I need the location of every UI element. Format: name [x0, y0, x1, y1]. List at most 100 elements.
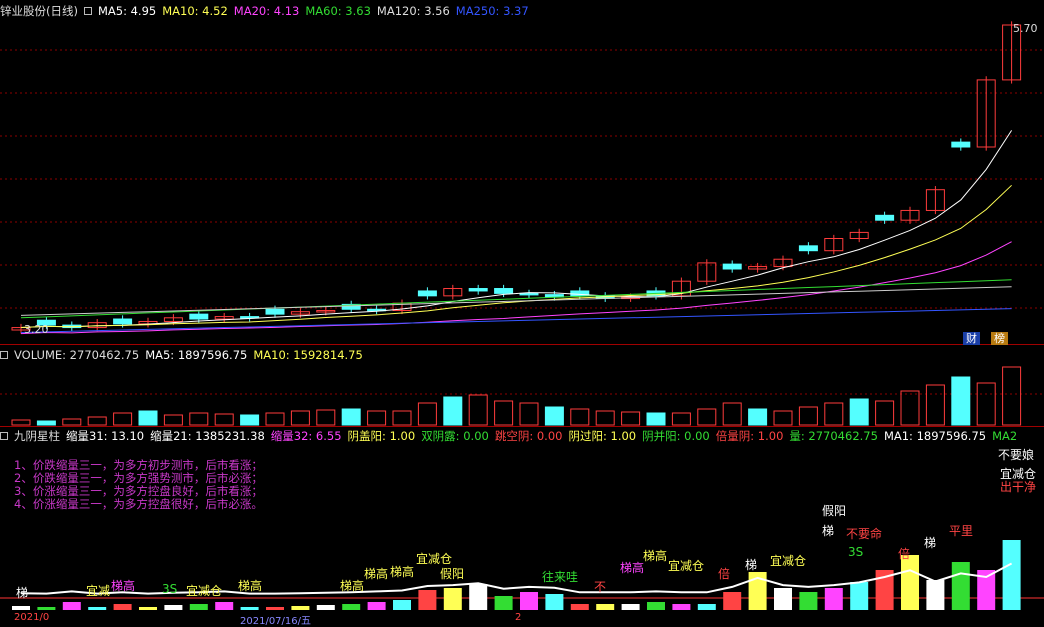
- volume-bar: [341, 408, 361, 426]
- indicator-header: 九阴星柱 缩量31: 13.10 缩量21: 1385231.38 缩量32: 6.5…: [0, 427, 1029, 445]
- volume-bar: [748, 408, 768, 426]
- volume-bar: [87, 416, 107, 426]
- ma120-line: [20, 286, 1012, 316]
- ma20-line: [20, 241, 1012, 335]
- candle-body: [189, 313, 209, 320]
- indicator-legend-item: 阴并阳: 0.00: [642, 429, 710, 443]
- volume-bar: [367, 410, 387, 426]
- volume-bar: [494, 400, 514, 426]
- signal-label: 梯高: [643, 549, 668, 563]
- signal-bar: [926, 580, 945, 610]
- signal-label: 梯高: [364, 567, 389, 581]
- signal-label: 宜减仓: [770, 554, 807, 568]
- signal-bar: [418, 590, 437, 610]
- candle-body: [494, 288, 514, 294]
- signal-bar: [697, 604, 716, 610]
- signal-label: 不: [594, 580, 607, 594]
- volume-bar: [773, 410, 793, 426]
- signal-bar: [469, 584, 488, 610]
- signal-bar: [570, 604, 589, 610]
- indicator-legend-item: 量: 2770462.75: [789, 429, 878, 443]
- candle-body: [875, 214, 895, 221]
- volume-bar: [11, 419, 31, 426]
- volume-bar: [697, 408, 717, 426]
- axis-date-3: 2: [515, 612, 522, 623]
- signal-bar: [850, 582, 869, 610]
- signal-bar: [824, 588, 843, 610]
- candle-body: [798, 245, 818, 252]
- axis-date-2: 2021/07/16/五: [240, 616, 312, 627]
- volume-bar: [824, 402, 844, 426]
- signal-label: 梯高: [390, 565, 415, 579]
- signal-bar: [291, 606, 310, 610]
- signal-label: 平里: [949, 524, 974, 538]
- signal-bar: [367, 602, 386, 610]
- volume-bar: [798, 406, 818, 426]
- rank-tag-button[interactable]: 榜: [991, 332, 1008, 345]
- volume-bar: [1002, 366, 1022, 426]
- price-chart[interactable]: 5.70 3.20 财 榜: [0, 0, 1044, 345]
- volume-bar: [138, 410, 158, 426]
- indicator-legend-item: 双阴露: 0.00: [421, 429, 489, 443]
- signal-label: 梯高: [238, 579, 263, 593]
- signal-label: 宜减仓: [186, 584, 223, 598]
- volume-bar: [900, 390, 920, 426]
- candle-body: [265, 308, 285, 315]
- volume-bar: [951, 376, 971, 426]
- indicator-legend-item: 九阴星柱: [14, 429, 60, 443]
- volume-bar: [595, 410, 615, 426]
- volume-bar: [214, 413, 234, 426]
- volume-bar: [163, 414, 183, 426]
- candle-body: [951, 141, 971, 148]
- signal-label: 梯高: [111, 579, 136, 593]
- volume-bar: [290, 410, 310, 426]
- indicator-legend-item: MA2: [992, 429, 1018, 443]
- signal-bar: [316, 605, 335, 610]
- volume-bar: [621, 411, 641, 426]
- signal-bar: [443, 588, 462, 610]
- signal-bar: [113, 604, 132, 610]
- indicator-legend-item: 倍量阴: 1.00: [715, 429, 784, 443]
- signal-bar: [62, 602, 81, 610]
- volume-bar: [36, 420, 56, 426]
- volume-bar: [265, 412, 285, 426]
- signal-label: 倍: [898, 547, 911, 561]
- signal-label: 3S: [162, 582, 178, 596]
- volume-chart[interactable]: [0, 345, 1044, 427]
- signal-label: 倍: [718, 567, 731, 581]
- candle-body: [722, 263, 742, 270]
- signal-label: 假阳: [822, 504, 847, 518]
- axis-date-1: 2021/0: [14, 612, 50, 623]
- volume-bar: [849, 398, 869, 426]
- indicator-legend-item: 缩量21: 1385231.38: [150, 429, 265, 443]
- volume-bar: [976, 382, 996, 426]
- signal-bar: [799, 592, 818, 610]
- volume-bar: [671, 412, 691, 426]
- candle-body: [417, 290, 437, 297]
- candlestick-chart: [0, 21, 1044, 345]
- indicator-settings-icon[interactable]: [0, 432, 8, 440]
- volume-bar: [392, 410, 412, 426]
- indicator-bars: [0, 540, 1044, 610]
- indicator-legend-item: 阴盖阳: 1.00: [347, 429, 416, 443]
- volume-bar: [62, 418, 82, 426]
- signal-bar: [951, 562, 970, 610]
- signal-label: 假阳: [440, 567, 465, 581]
- indicator-legend-item: 缩量32: 6.55: [270, 429, 342, 443]
- signal-bar: [901, 555, 919, 610]
- ma5-line: [20, 130, 1013, 329]
- candle-body: [468, 288, 488, 292]
- signal-bar: [672, 604, 691, 610]
- signal-bar: [774, 588, 792, 610]
- volume-bar: [443, 396, 463, 426]
- volume-bar: [925, 384, 945, 426]
- indicator-chart[interactable]: [0, 445, 1044, 619]
- finance-tag-button[interactable]: 财: [963, 332, 980, 345]
- candle-body: [519, 292, 539, 296]
- signal-bar: [139, 607, 157, 610]
- volume-bar: [468, 394, 488, 426]
- indicator-legend: 九阴星柱 缩量31: 13.10 缩量21: 1385231.38 缩量32: 6.5…: [14, 429, 1023, 443]
- volume-bar: [722, 402, 742, 426]
- signal-bar: [189, 604, 208, 610]
- signal-label: 梯: [822, 524, 835, 538]
